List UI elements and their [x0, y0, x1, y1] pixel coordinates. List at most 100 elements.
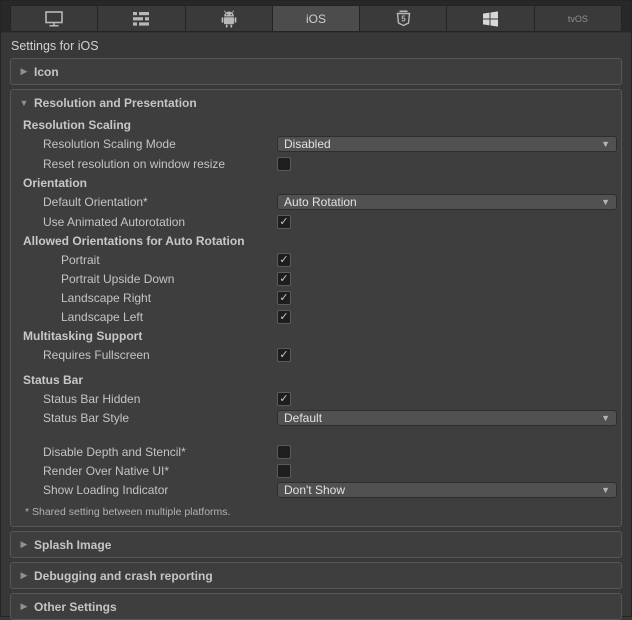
dropdown-value: Auto Rotation	[284, 195, 357, 209]
tab-tvos-label: tvOS	[568, 14, 588, 24]
chevron-down-icon: ▼	[601, 197, 610, 207]
tab-android[interactable]	[185, 5, 273, 32]
dropdown-value: Default	[284, 411, 322, 425]
server-rack-icon	[132, 11, 150, 27]
checkmark-icon: ✓	[279, 393, 288, 405]
foldout-icon[interactable]: ▶ Icon	[11, 59, 621, 84]
svg-text:5: 5	[401, 14, 406, 23]
checkmark-icon: ✓	[279, 273, 288, 285]
section-icon: ▶ Icon	[10, 58, 622, 85]
group-heading: Multitasking Support	[11, 329, 277, 343]
landscape-right-checkbox[interactable]: ✓	[277, 291, 291, 305]
dropdown-value: Don't Show	[284, 483, 345, 497]
section-splash-image: ▶ Splash Image	[10, 531, 622, 558]
group-heading-row: Orientation	[11, 173, 621, 192]
group-heading-row: Status Bar	[11, 370, 621, 389]
setting-row: Status Bar Style Default ▼	[11, 408, 621, 428]
platform-tabbar: iOS 5 tvOS	[1, 1, 631, 32]
section-other-settings: ▶ Other Settings	[10, 593, 622, 620]
landscape-left-checkbox[interactable]: ✓	[277, 310, 291, 324]
setting-label: Status Bar Hidden	[11, 392, 277, 406]
requires-fullscreen-checkbox[interactable]: ✓	[277, 348, 291, 362]
tab-dedicated-server[interactable]	[97, 5, 185, 32]
group-heading-row: Resolution Scaling	[11, 115, 621, 134]
checkmark-icon: ✓	[279, 254, 288, 266]
setting-row: Status Bar Hidden ✓	[11, 389, 621, 408]
section-title: Resolution and Presentation	[34, 96, 197, 110]
section-title: Debugging and crash reporting	[34, 569, 213, 583]
reset-resolution-checkbox[interactable]	[277, 157, 291, 171]
foldout-arrow-icon: ▶	[17, 570, 31, 581]
setting-label: Disable Depth and Stencil*	[11, 445, 277, 459]
setting-row: Landscape Right ✓	[11, 288, 621, 307]
foldout-resolution-presentation[interactable]: ▼ Resolution and Presentation	[11, 90, 621, 115]
status-bar-hidden-checkbox[interactable]: ✓	[277, 392, 291, 406]
dropdown-value: Disabled	[284, 137, 331, 151]
show-loading-indicator-dropdown[interactable]: Don't Show ▼	[277, 482, 617, 498]
checkmark-icon: ✓	[279, 349, 288, 361]
setting-label: Portrait	[11, 253, 277, 267]
chevron-down-icon: ▼	[601, 485, 610, 495]
group-heading: Status Bar	[11, 373, 277, 387]
foldout-debugging[interactable]: ▶ Debugging and crash reporting	[11, 563, 621, 588]
default-orientation-dropdown[interactable]: Auto Rotation ▼	[277, 194, 617, 210]
monitor-icon	[44, 10, 64, 27]
setting-row: Show Loading Indicator Don't Show ▼	[11, 480, 621, 500]
setting-row: Render Over Native UI*	[11, 461, 621, 480]
foldout-arrow-icon: ▼	[17, 98, 31, 108]
tab-webgl[interactable]: 5	[359, 5, 447, 32]
setting-row: Landscape Left ✓	[11, 307, 621, 326]
windows-icon	[482, 11, 499, 27]
setting-row: Resolution Scaling Mode Disabled ▼	[11, 134, 621, 154]
tab-tvos[interactable]: tvOS	[534, 5, 622, 32]
use-animated-autorotation-checkbox[interactable]: ✓	[277, 215, 291, 229]
tab-windows[interactable]	[446, 5, 534, 32]
group-heading: Orientation	[11, 176, 277, 190]
resolution-scaling-mode-dropdown[interactable]: Disabled ▼	[277, 136, 617, 152]
setting-row: Portrait Upside Down ✓	[11, 269, 621, 288]
setting-row: Disable Depth and Stencil*	[11, 442, 621, 461]
foldout-arrow-icon: ▶	[17, 539, 31, 550]
render-over-native-ui-checkbox[interactable]	[277, 464, 291, 478]
foldout-splash-image[interactable]: ▶ Splash Image	[11, 532, 621, 557]
shared-setting-footnote: * Shared setting between multiple platfo…	[11, 500, 621, 526]
section-title: Icon	[34, 65, 59, 79]
page-title: Settings for iOS	[1, 32, 631, 58]
checkmark-icon: ✓	[279, 292, 288, 304]
foldout-arrow-icon: ▶	[17, 601, 31, 612]
setting-label: Render Over Native UI*	[11, 464, 277, 478]
group-heading-row: Multitasking Support	[11, 326, 621, 345]
status-bar-style-dropdown[interactable]: Default ▼	[277, 410, 617, 426]
setting-row: Use Animated Autorotation ✓	[11, 212, 621, 231]
setting-label: Resolution Scaling Mode	[11, 137, 277, 151]
chevron-down-icon: ▼	[601, 413, 610, 423]
player-settings-window: iOS 5 tvOS	[0, 0, 632, 617]
setting-label: Landscape Right	[11, 291, 277, 305]
setting-label: Landscape Left	[11, 310, 277, 324]
section-title: Other Settings	[34, 600, 117, 614]
section-resolution-presentation: ▼ Resolution and Presentation Resolution…	[10, 89, 622, 527]
group-heading-row: Allowed Orientations for Auto Rotation	[11, 231, 621, 250]
setting-row: Reset resolution on window resize	[11, 154, 621, 173]
checkmark-icon: ✓	[279, 311, 288, 323]
setting-row: Portrait ✓	[11, 250, 621, 269]
html5-icon: 5	[396, 10, 411, 28]
group-heading: Allowed Orientations for Auto Rotation	[11, 234, 277, 248]
setting-label: Use Animated Autorotation	[11, 215, 277, 229]
foldout-arrow-icon: ▶	[17, 66, 31, 77]
setting-label: Requires Fullscreen	[11, 348, 277, 362]
section-debugging: ▶ Debugging and crash reporting	[10, 562, 622, 589]
portrait-checkbox[interactable]: ✓	[277, 253, 291, 267]
section-title: Splash Image	[34, 538, 111, 552]
checkmark-icon: ✓	[279, 216, 288, 228]
tab-ios[interactable]: iOS	[272, 5, 360, 32]
setting-label: Status Bar Style	[11, 411, 277, 425]
portrait-upside-down-checkbox[interactable]: ✓	[277, 272, 291, 286]
tab-standalone[interactable]	[10, 5, 98, 32]
setting-row: Requires Fullscreen ✓	[11, 345, 621, 364]
tab-ios-label: iOS	[306, 12, 326, 26]
chevron-down-icon: ▼	[601, 139, 610, 149]
foldout-other-settings[interactable]: ▶ Other Settings	[11, 594, 621, 619]
disable-depth-stencil-checkbox[interactable]	[277, 445, 291, 459]
android-icon	[221, 10, 237, 28]
